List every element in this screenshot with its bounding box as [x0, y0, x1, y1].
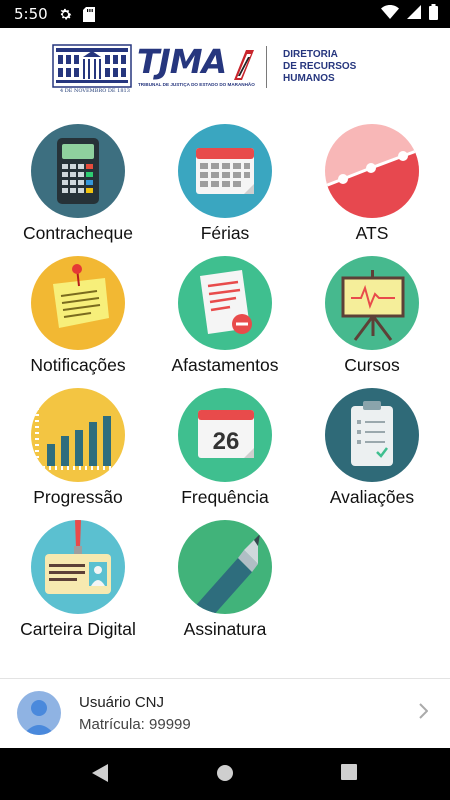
menu-item-label: Carteira Digital — [20, 619, 136, 639]
menu-item-label: Frequência — [181, 487, 269, 507]
id-badge-icon — [31, 520, 125, 614]
header-divider — [266, 46, 267, 88]
pen-icon — [178, 520, 272, 614]
clipboard-icon — [325, 388, 419, 482]
recents-button[interactable] — [341, 764, 357, 785]
chevron-right-icon — [418, 703, 429, 724]
menu-item-label: Assinatura — [183, 619, 267, 639]
calculator-icon — [31, 124, 125, 218]
menu-item-frequencia[interactable]: 26 Frequência — [155, 384, 295, 509]
menu-item-notificacoes[interactable]: Notificações — [8, 252, 148, 377]
presentation-board-icon — [325, 256, 419, 350]
user-matricula: Matrícula: 99999 — [79, 715, 191, 733]
logo-text: TJMA — [137, 42, 227, 81]
calendar-day-number: 26 — [213, 428, 240, 455]
menu-item-label: Notificações — [30, 355, 126, 375]
sd-card-icon — [82, 6, 95, 22]
menu-item-label: Férias — [200, 223, 250, 243]
flag-stripes-icon — [234, 50, 254, 80]
menu-item-label: ATS — [355, 223, 389, 243]
menu-item-label: Progressão — [33, 487, 123, 507]
signal-icon — [407, 5, 421, 24]
sticky-note-icon — [31, 256, 125, 350]
line-chart-icon — [325, 124, 419, 218]
menu-item-label: Avaliações — [329, 487, 415, 507]
settings-icon — [58, 7, 73, 22]
department-name: DIRETORIA DE RECURSOS HUMANOS — [283, 49, 356, 85]
department-line2: DE RECURSOS — [283, 61, 357, 72]
user-info: Usuário CNJ Matrícula: 99999 — [79, 694, 191, 733]
avatar — [17, 691, 61, 735]
home-button[interactable] — [216, 764, 234, 787]
menu-item-afastamentos[interactable]: Afastamentos — [155, 252, 295, 377]
menu-item-carteira-digital[interactable]: Carteira Digital — [8, 516, 148, 641]
user-name: Usuário CNJ — [79, 693, 165, 711]
document-remove-icon — [178, 256, 272, 350]
back-button[interactable] — [92, 764, 108, 787]
founded-date: 4 DE NOVEMBRO DE 1813 — [60, 88, 130, 94]
menu-item-ferias[interactable]: Férias — [155, 120, 295, 245]
menu-item-progressao[interactable]: Progressão — [8, 384, 148, 509]
user-profile-row[interactable]: Usuário CNJ Matrícula: 99999 — [0, 679, 450, 747]
navigation-bar — [0, 748, 450, 800]
logo-subtitle: TRIBUNAL DE JUSTIÇA DO ESTADO DO MARANHÃ… — [138, 82, 255, 87]
department-line1: DIRETORIA — [283, 49, 338, 60]
menu-item-label: Afastamentos — [171, 355, 279, 375]
menu-item-label: Contracheque — [23, 223, 133, 243]
menu-item-cursos[interactable]: Cursos — [302, 252, 442, 377]
status-bar: 5:50 — [0, 0, 450, 28]
department-line3: HUMANOS — [283, 73, 335, 84]
menu-item-contracheque[interactable]: Contracheque — [8, 120, 148, 245]
calendar-icon — [178, 124, 272, 218]
menu-item-label: Cursos — [344, 355, 400, 375]
calendar-26-icon: 26 — [178, 388, 272, 482]
battery-icon — [429, 4, 438, 25]
menu-item-ats[interactable]: ATS — [302, 120, 442, 245]
status-time: 5:50 — [14, 5, 48, 23]
menu-item-avaliacoes[interactable]: Avaliações — [302, 384, 442, 509]
app-header: 4 DE NOVEMBRO DE 1813 TJMA TRIBUNAL DE J… — [0, 28, 450, 110]
wifi-icon — [381, 5, 399, 24]
bar-chart-icon — [31, 388, 125, 482]
menu-item-assinatura[interactable]: Assinatura — [155, 516, 295, 641]
courthouse-logo — [52, 44, 132, 88]
